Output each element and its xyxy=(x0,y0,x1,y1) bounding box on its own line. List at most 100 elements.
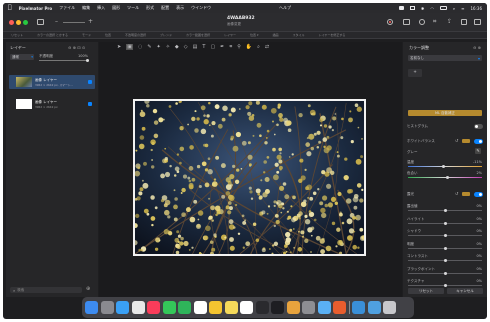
menu-tools[interactable]: ツール xyxy=(127,5,139,11)
photo-canvas[interactable] xyxy=(133,99,366,256)
tool-option-2[interactable]: モード xyxy=(82,33,91,37)
tool-option-7[interactable]: レイヤー xyxy=(224,33,236,37)
control-center-icon[interactable]: ≡ xyxy=(461,6,464,11)
layers-panel-options-icon[interactable]: ⊖ ⊕ ⊡ ⊙ xyxy=(68,45,85,50)
tools-icon[interactable] xyxy=(403,19,410,25)
tool-option-6[interactable]: カラー範囲を選択 xyxy=(186,33,210,37)
chrome-icon[interactable] xyxy=(131,301,145,314)
crop-tool-icon[interactable]: ⌗ xyxy=(229,44,232,50)
facetime-icon[interactable] xyxy=(178,301,191,314)
folder-icon[interactable] xyxy=(352,301,365,314)
tool-option-11[interactable]: レイヤーを修正する xyxy=(318,33,345,37)
notes-icon[interactable] xyxy=(224,301,238,314)
adjustment-slider[interactable] xyxy=(408,284,482,287)
menu-shape[interactable]: 図形 xyxy=(112,5,120,11)
text-tool-icon[interactable]: T xyxy=(202,44,205,50)
preview-icon[interactable] xyxy=(317,301,331,314)
minimize-window-button[interactable] xyxy=(16,20,21,25)
pixelmator-icon[interactable] xyxy=(286,301,300,314)
lasso-tool-icon[interactable]: ◌ xyxy=(138,44,142,50)
export-icon[interactable] xyxy=(461,19,467,25)
adjustment-slider[interactable] xyxy=(408,222,482,225)
adjustment-slider[interactable] xyxy=(408,259,482,262)
select-tool-icon[interactable]: ▣ xyxy=(126,43,133,50)
messages-icon[interactable] xyxy=(162,301,176,314)
ml-auto-button[interactable]: ML 自動補正 xyxy=(408,110,482,116)
zoom-slider[interactable] xyxy=(63,22,85,23)
reset-icon[interactable]: ↺ xyxy=(455,138,458,143)
adjustment-slider[interactable] xyxy=(408,209,482,212)
crop-icon[interactable]: ⌗ xyxy=(433,18,436,26)
layer-visibility-checkbox[interactable] xyxy=(88,102,92,106)
menu-window[interactable]: ウインドウ xyxy=(191,5,211,11)
paint-bucket-icon[interactable]: ◆ xyxy=(175,44,179,50)
wifi-icon[interactable]: ◠ xyxy=(430,6,434,11)
calendar-icon[interactable] xyxy=(193,301,207,314)
ml-badge[interactable] xyxy=(462,139,470,143)
tool-option-10[interactable]: スタイル xyxy=(292,33,304,37)
app-menu[interactable]: Pixelmator Pro xyxy=(19,6,53,11)
screen-record-icon[interactable] xyxy=(399,6,404,10)
menu-help[interactable]: ヘルプ xyxy=(279,5,291,11)
adjustment-slider[interactable] xyxy=(408,234,482,237)
bluetooth-icon[interactable]: ✱ xyxy=(421,6,424,11)
preset-add-button[interactable]: + xyxy=(408,69,422,77)
inspector-icon[interactable] xyxy=(474,19,481,25)
eraser-icon[interactable]: ◇ xyxy=(184,44,188,50)
arrange-tool-icon[interactable]: ⇄ xyxy=(265,44,269,50)
hand-tool-icon[interactable]: ✋ xyxy=(246,44,252,50)
histogram-toggle[interactable] xyxy=(474,124,483,129)
panel-options-icon[interactable]: ⊖ ⊕ xyxy=(473,45,481,50)
temperature-slider[interactable] xyxy=(408,165,482,168)
preset-select[interactable]: 名前なし ▾ xyxy=(408,55,482,61)
app-icon[interactable] xyxy=(333,301,346,314)
shape-tool-icon[interactable]: ▢ xyxy=(210,44,215,50)
tool-option-9[interactable]: 描画 xyxy=(272,33,278,37)
zoom-out-icon[interactable]: – xyxy=(55,18,58,25)
menu-format[interactable]: 形式 xyxy=(146,5,154,11)
lightness-toggle[interactable] xyxy=(474,192,483,197)
ml-badge[interactable] xyxy=(462,192,470,196)
layers-search-field[interactable]: ⌕ 検索 xyxy=(10,287,82,293)
layer-row[interactable]: 画像 レイヤー 3962 × 2642 px xyxy=(9,97,95,111)
blend-mode-select[interactable]: 通常 ▾ xyxy=(10,54,34,60)
reminders-icon[interactable] xyxy=(240,301,253,314)
sidebar-toggle-icon[interactable] xyxy=(37,19,44,25)
launchpad-icon[interactable] xyxy=(100,301,114,314)
menu-insert[interactable]: 挿入 xyxy=(97,5,105,11)
retouch-tool-icon[interactable]: ✦ xyxy=(157,44,161,50)
cancel-button[interactable]: キャンセル xyxy=(447,288,483,294)
adjustment-slider[interactable] xyxy=(408,272,482,275)
zoom-tool-icon[interactable]: ⌕ xyxy=(257,44,260,50)
tool-option-1[interactable]: カラーの選択 とかする xyxy=(37,33,68,37)
menu-arrange[interactable]: 配置 xyxy=(161,5,169,11)
tool-option-0[interactable]: リセット xyxy=(11,33,23,37)
battery-icon[interactable] xyxy=(439,6,447,10)
tint-slider[interactable] xyxy=(408,176,482,179)
brush-tool-icon[interactable]: ✎ xyxy=(147,44,151,50)
search-icon[interactable]: ⌕ xyxy=(453,6,455,11)
share-icon[interactable]: ⇪ xyxy=(447,18,452,25)
add-layer-icon[interactable]: ⊕ xyxy=(86,286,90,292)
clone-tool-icon[interactable]: ✧ xyxy=(166,44,170,50)
downloads-icon[interactable] xyxy=(367,301,381,314)
activity-icon[interactable] xyxy=(271,301,284,314)
apple-menu-icon[interactable]:  xyxy=(8,5,12,11)
music-icon[interactable] xyxy=(147,301,160,314)
reset-button[interactable]: リセット xyxy=(408,288,444,294)
tool-option-5[interactable]: ブレンド xyxy=(160,33,172,37)
eyedropper-icon[interactable]: ⚲ xyxy=(237,44,241,50)
finder-icon[interactable] xyxy=(85,301,98,314)
eyedropper-icon[interactable]: ✎ xyxy=(475,148,481,154)
tool-option-3[interactable]: 位置 xyxy=(105,33,111,37)
trash-icon[interactable] xyxy=(383,301,396,314)
tool-option-8[interactable]: 位置 ▾ xyxy=(250,33,258,37)
clock[interactable]: 16:36 xyxy=(470,6,482,11)
photos-icon[interactable] xyxy=(209,301,222,314)
record-icon[interactable] xyxy=(387,19,393,25)
gradient-icon[interactable]: ▤ xyxy=(193,44,198,50)
adjustment-slider[interactable] xyxy=(408,247,482,250)
move-tool-icon[interactable]: ➤ xyxy=(117,44,121,50)
layer-visibility-checkbox[interactable] xyxy=(88,80,92,84)
terminal-icon[interactable] xyxy=(255,301,269,314)
